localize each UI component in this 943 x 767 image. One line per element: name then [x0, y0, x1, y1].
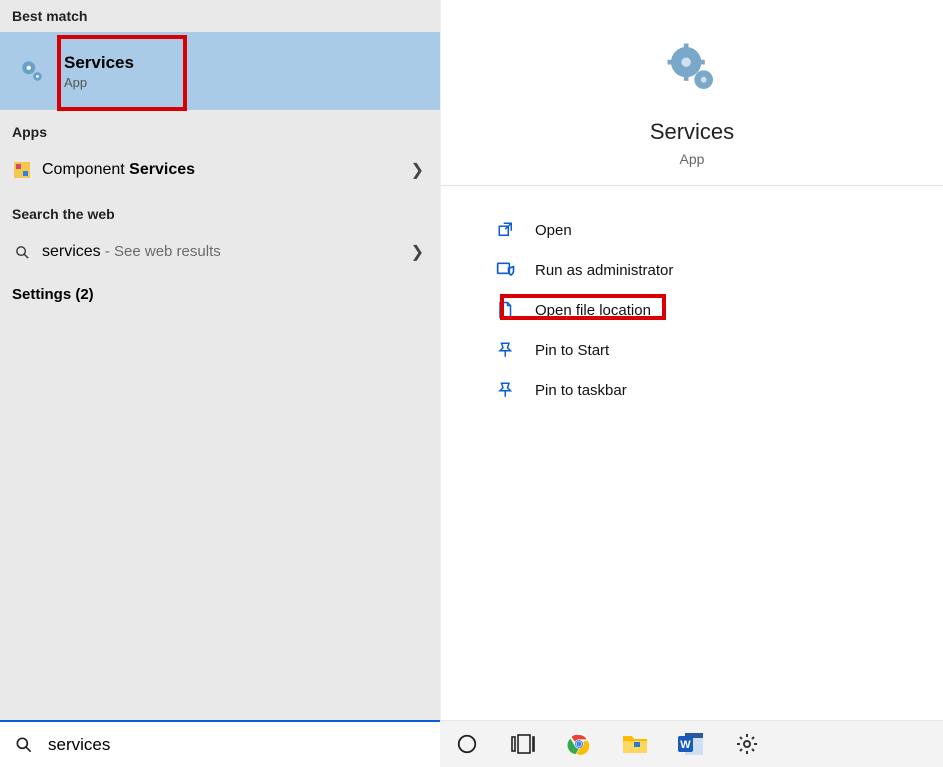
apps-result-label: Component Services — [42, 161, 195, 179]
details-pane: Services App Open Run as administrator O… — [440, 0, 943, 767]
pin-start-icon — [495, 339, 517, 361]
search-icon — [12, 244, 32, 261]
action-run-as-administrator[interactable]: Run as administrator — [495, 250, 943, 290]
action-label: Open — [535, 222, 572, 239]
action-open-file-location[interactable]: Open file location — [495, 290, 943, 330]
actions-list: Open Run as administrator Open file loca… — [441, 186, 943, 410]
best-match-subtitle: App — [64, 75, 134, 90]
apps-result-component-services[interactable]: Component Services ❯ — [0, 148, 440, 192]
app-hero-title: Services — [441, 119, 943, 145]
gears-large-icon — [664, 40, 720, 96]
file-explorer-icon[interactable] — [622, 731, 648, 757]
app-hero-subtitle: App — [441, 151, 943, 167]
component-services-icon — [12, 162, 32, 178]
shield-admin-icon — [495, 259, 517, 281]
chevron-right-icon: ❯ — [411, 242, 424, 262]
gears-icon — [18, 57, 46, 85]
action-label: Run as administrator — [535, 262, 673, 279]
action-label: Pin to Start — [535, 342, 609, 359]
word-icon[interactable]: W — [678, 731, 704, 757]
best-match-text: Services App — [64, 53, 134, 90]
action-pin-to-start[interactable]: Pin to Start — [495, 330, 943, 370]
best-match-title: Services — [64, 53, 134, 73]
settings-gear-icon[interactable] — [734, 731, 760, 757]
app-hero: Services App — [441, 0, 943, 186]
folder-location-icon — [495, 299, 517, 321]
search-bar — [0, 720, 440, 767]
taskbar: W — [440, 720, 943, 767]
svg-text:W: W — [680, 739, 691, 751]
section-web-header: Search the web — [0, 192, 440, 230]
web-result-services[interactable]: services - See web results ❯ — [0, 230, 440, 274]
action-open[interactable]: Open — [495, 210, 943, 250]
action-label: Pin to taskbar — [535, 382, 627, 399]
section-best-match-header: Best match — [0, 0, 440, 32]
chevron-right-icon: ❯ — [411, 160, 424, 180]
search-input[interactable] — [48, 735, 426, 755]
pin-taskbar-icon — [495, 379, 517, 401]
section-settings-header[interactable]: Settings (2) — [0, 274, 440, 315]
search-icon — [14, 735, 34, 755]
cortana-circle-icon[interactable] — [454, 731, 480, 757]
open-icon — [495, 219, 517, 241]
action-pin-to-taskbar[interactable]: Pin to taskbar — [495, 370, 943, 410]
section-apps-header: Apps — [0, 110, 440, 148]
task-view-icon[interactable] — [510, 731, 536, 757]
chrome-icon[interactable] — [566, 731, 592, 757]
search-results-pane: Best match Services App Apps Component S… — [0, 0, 440, 767]
web-result-label: services - See web results — [42, 243, 221, 261]
action-label: Open file location — [535, 302, 651, 319]
best-match-result-services[interactable]: Services App — [0, 32, 440, 110]
